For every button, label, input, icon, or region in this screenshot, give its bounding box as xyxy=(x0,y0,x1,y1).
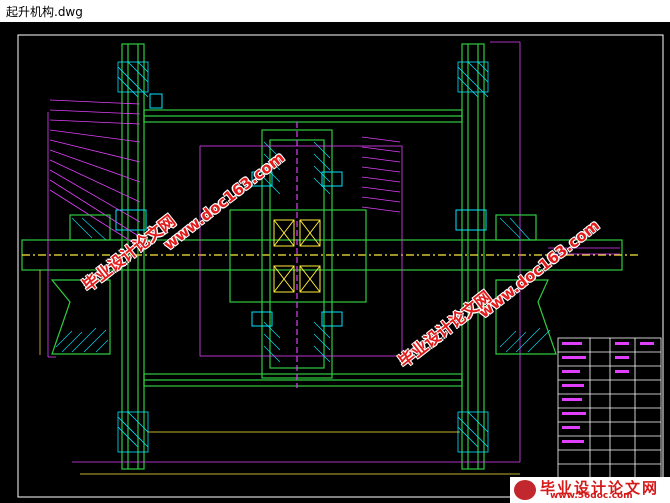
window-title: 起升机构.dwg xyxy=(6,5,83,19)
title-bar: 起升机构.dwg xyxy=(0,0,670,23)
logo-icon xyxy=(514,480,536,500)
title-block-marks xyxy=(562,342,654,443)
title-block xyxy=(557,337,662,497)
logo-url: www.56doc.com xyxy=(550,491,633,501)
site-logo: 毕业设计论文网 www.56doc.com xyxy=(510,477,670,503)
right-frame-column xyxy=(461,43,485,470)
dimension-lines xyxy=(39,270,520,475)
column-flanges xyxy=(117,61,489,453)
drawing-canvas[interactable]: www.doc163.com 毕业设计论文网 www.doc163.com 毕业… xyxy=(0,22,670,503)
